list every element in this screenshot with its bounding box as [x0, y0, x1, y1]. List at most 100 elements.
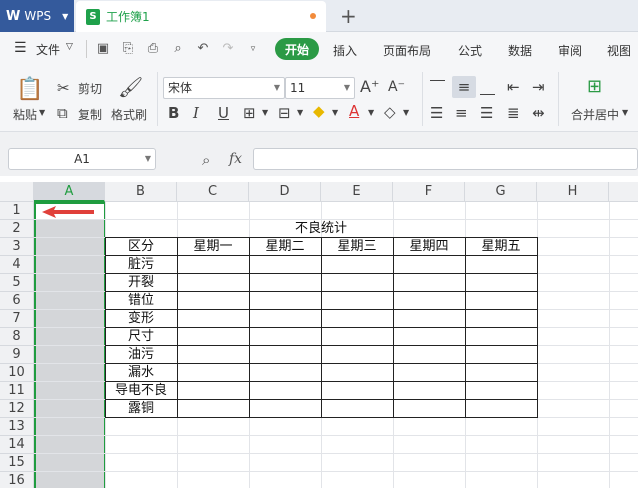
category-cell[interactable]: 变形 [105, 310, 177, 328]
tab-formulas[interactable]: 公式 [458, 42, 482, 59]
row-header-5[interactable]: 5 [0, 274, 34, 292]
category-cell[interactable]: 尺寸 [105, 328, 177, 346]
outdent-icon[interactable]: ⇤ [507, 78, 520, 96]
row-header-9[interactable]: 9 [0, 346, 34, 364]
header-cell-weekday[interactable]: 星期二 [249, 238, 321, 256]
document-tab[interactable]: S 工作簿1 [76, 1, 326, 32]
wps-home-tab[interactable]: W WPS ▼ [0, 0, 74, 32]
eraser-icon[interactable]: ◇ [384, 103, 396, 121]
chevron-down-icon[interactable]: ▼ [332, 108, 338, 117]
row-header-10[interactable]: 10 [0, 364, 34, 382]
customize-dropdown-icon[interactable]: ▿ [245, 41, 261, 57]
underline-icon[interactable]: U [218, 104, 229, 122]
header-cell-weekday[interactable]: 星期一 [177, 238, 249, 256]
paste-icon[interactable]: 📋 [16, 78, 43, 102]
spreadsheet-grid[interactable]: A B C D E F G H 1 2 3 4 5 6 7 8 9 10 11 12 13 14 15 16 不良统计 区分 星期一… [0, 176, 638, 488]
indent-icon[interactable]: ⇥ [532, 78, 545, 96]
undo-icon[interactable]: ↶ [195, 41, 211, 57]
formula-input[interactable] [253, 148, 638, 170]
redo-icon[interactable]: ↷ [220, 41, 236, 57]
print-icon[interactable]: ⎙ [145, 41, 161, 57]
category-cell[interactable]: 脏污 [105, 256, 177, 274]
bold-icon[interactable]: B [168, 104, 179, 122]
header-cell-weekday[interactable]: 星期五 [465, 238, 537, 256]
hamburger-menu-icon[interactable]: ☰ [14, 40, 27, 56]
header-cell-weekday[interactable]: 星期四 [393, 238, 465, 256]
borders-icon[interactable]: ⊞ [243, 104, 256, 122]
justify-icon[interactable]: ≣ [507, 104, 520, 122]
chevron-down-icon[interactable]: ▼ [368, 108, 374, 117]
decrease-font-icon[interactable]: A⁻ [388, 78, 405, 96]
category-cell[interactable]: 露铜 [105, 400, 177, 418]
header-cell-weekday[interactable]: 星期三 [321, 238, 393, 256]
cut-button[interactable]: 剪切 [78, 80, 102, 97]
align-right-icon[interactable]: ☰ [480, 104, 493, 122]
font-name-select[interactable]: 宋体 ▼ [163, 77, 285, 99]
format-painter-button[interactable]: 格式刷 [111, 106, 147, 123]
distribute-icon[interactable]: ⇹ [532, 104, 545, 122]
chevron-down-icon[interactable]: ▼ [403, 108, 409, 117]
row-header-7[interactable]: 7 [0, 310, 34, 328]
row-header-1[interactable]: 1 [0, 202, 34, 220]
category-cell[interactable]: 漏水 [105, 364, 177, 382]
align-top-icon[interactable]: ⎺ [430, 78, 445, 96]
chevron-down-icon[interactable]: ▼ [39, 108, 45, 117]
table-title[interactable]: 不良统计 [105, 220, 537, 238]
row-header-6[interactable]: 6 [0, 292, 34, 310]
fill-color-icon[interactable]: ◆ [313, 102, 325, 120]
column-header-b[interactable]: B [105, 182, 177, 202]
copy-button[interactable]: 复制 [78, 106, 102, 123]
tab-data[interactable]: 数据 [508, 42, 532, 59]
column-header-f[interactable]: F [393, 182, 465, 202]
category-cell[interactable]: 开裂 [105, 274, 177, 292]
chevron-down-icon[interactable]: ▼ [297, 108, 303, 117]
print-preview-icon[interactable]: ⎘ [120, 41, 136, 57]
column-header-a[interactable]: A [34, 182, 105, 202]
column-header-e[interactable]: E [321, 182, 393, 202]
column-header-extra[interactable] [609, 182, 638, 202]
search-preview-icon[interactable]: ⌕ [170, 41, 186, 57]
tab-insert[interactable]: 插入 [333, 42, 357, 59]
align-left-icon[interactable]: ☰ [430, 104, 443, 122]
font-color-icon[interactable]: A [349, 102, 359, 120]
column-header-g[interactable]: G [465, 182, 537, 202]
category-cell[interactable]: 错位 [105, 292, 177, 310]
tab-home[interactable]: 开始 [275, 38, 319, 60]
format-painter-icon[interactable]: 🖌 [118, 77, 143, 97]
chevron-down-icon[interactable]: ▽ [66, 42, 73, 52]
column-header-d[interactable]: D [249, 182, 321, 202]
align-center-icon[interactable]: ≡ [455, 104, 468, 122]
name-box[interactable]: A1 ▼ [8, 148, 156, 170]
zoom-search-icon[interactable]: ⌕ [202, 151, 210, 169]
row-header-14[interactable]: 14 [0, 436, 34, 454]
column-header-c[interactable]: C [177, 182, 249, 202]
copy-icon[interactable]: ⧉ [57, 104, 68, 122]
header-cell-category[interactable]: 区分 [105, 238, 177, 256]
file-menu[interactable]: 文件 [36, 41, 60, 58]
row-header-13[interactable]: 13 [0, 418, 34, 436]
tab-review[interactable]: 审阅 [558, 42, 582, 59]
column-header-h[interactable]: H [537, 182, 609, 202]
category-cell[interactable]: 油污 [105, 346, 177, 364]
row-header-12[interactable]: 12 [0, 400, 34, 418]
category-cell[interactable]: 导电不良 [105, 382, 177, 400]
italic-icon[interactable]: I [193, 104, 199, 122]
new-tab-button[interactable]: + [340, 4, 357, 28]
font-size-select[interactable]: 11 ▼ [285, 77, 355, 99]
scissors-icon[interactable]: ✂ [57, 79, 70, 97]
row-header-8[interactable]: 8 [0, 328, 34, 346]
align-bottom-icon[interactable]: ⎽ [480, 78, 495, 96]
align-middle-icon[interactable]: ≡ [452, 76, 476, 98]
row-header-3[interactable]: 3 [0, 238, 34, 256]
merge-center-icon[interactable]: ⊞ [587, 78, 602, 96]
chevron-down-icon[interactable]: ▼ [622, 108, 628, 117]
tab-page-layout[interactable]: 页面布局 [383, 42, 431, 59]
row-header-11[interactable]: 11 [0, 382, 34, 400]
increase-font-icon[interactable]: A⁺ [360, 78, 379, 96]
chevron-down-icon[interactable]: ▼ [262, 108, 268, 117]
merge-center-button[interactable]: 合并居中 [571, 106, 619, 123]
fx-button[interactable]: fx [229, 151, 242, 167]
tab-view[interactable]: 视图 [607, 42, 631, 59]
row-header-15[interactable]: 15 [0, 454, 34, 472]
cell-style-icon[interactable]: ⊟ [278, 104, 291, 122]
